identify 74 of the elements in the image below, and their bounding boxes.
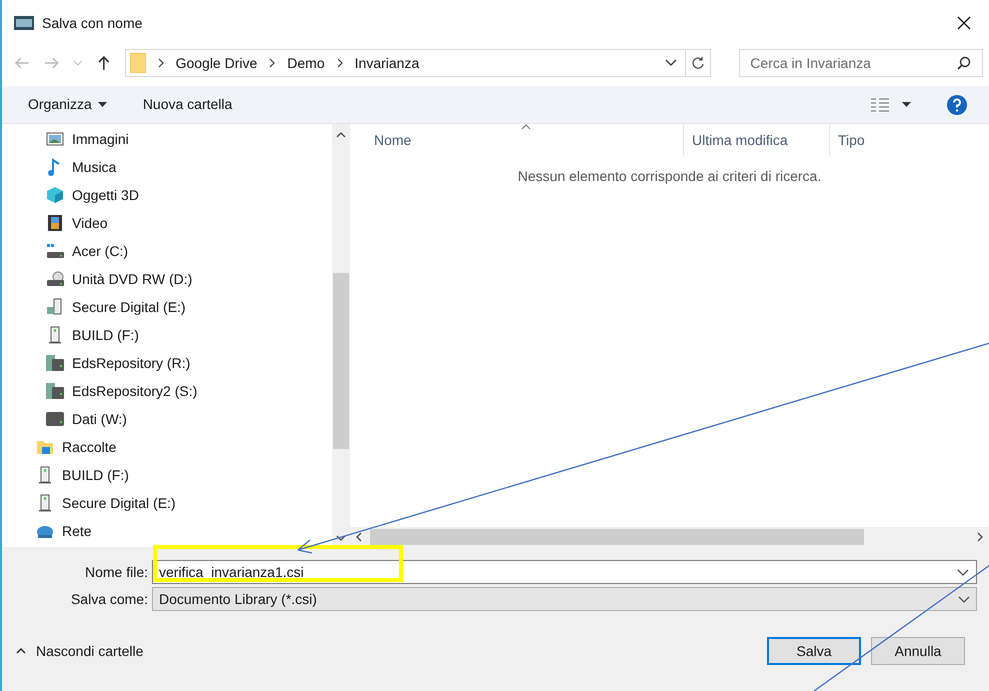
library-folder-icon: [36, 438, 54, 456]
film-icon: [46, 214, 64, 232]
nav-item-label[interactable]: Secure Digital (E:): [72, 296, 186, 318]
folder-icon: [130, 53, 146, 73]
nav-item-label[interactable]: Acer (C:): [72, 240, 128, 262]
nav-item-label[interactable]: BUILD (F:): [72, 324, 139, 346]
horizontal-scrollbar[interactable]: [350, 527, 989, 547]
chevron-right-icon[interactable]: [336, 58, 343, 68]
nav-item-label[interactable]: Oggetti 3D: [72, 184, 139, 206]
network-drive-icon: [46, 382, 64, 400]
search-icon: [957, 56, 972, 70]
nav-item-label[interactable]: Video: [72, 212, 108, 234]
chevron-up-icon[interactable]: [336, 132, 346, 138]
nav-item-label[interactable]: Dati (W:): [72, 408, 127, 430]
vertical-scrollbar[interactable]: [332, 124, 350, 547]
nav-item-label[interactable]: Raccolte: [62, 436, 116, 458]
view-list-icon[interactable]: [870, 98, 890, 112]
caret-icon[interactable]: [902, 102, 911, 107]
help-icon[interactable]: [947, 94, 967, 114]
nav-item-label[interactable]: Rete: [62, 520, 92, 542]
nav-item-label[interactable]: Musica: [72, 156, 116, 178]
window-app-icon: [14, 16, 34, 30]
chevron-right-icon[interactable]: [269, 58, 276, 68]
up-arrow-icon[interactable]: [96, 55, 111, 71]
refresh-icon: [691, 56, 706, 70]
drive-icon: [46, 242, 64, 260]
sort-caret-icon: [521, 124, 531, 130]
scrollbar-thumb[interactable]: [333, 273, 349, 449]
card-drive-icon: [46, 298, 64, 316]
column-header[interactable]: Ultima modifica: [683, 124, 829, 156]
save-button[interactable]: Salva: [767, 637, 861, 665]
address-bar[interactable]: Google Drive Demo Invarianza: [124, 49, 686, 77]
breadcrumb-item[interactable]: Google Drive: [176, 52, 258, 74]
chevron-left-icon[interactable]: [356, 532, 362, 542]
usb-drive-icon: [36, 494, 54, 512]
scrollbar-thumb[interactable]: [370, 529, 864, 545]
cube-icon: [46, 186, 64, 204]
chevron-up-icon: [16, 648, 26, 654]
refresh-button[interactable]: [686, 49, 712, 77]
search-field[interactable]: Cerca in Invarianza: [739, 49, 984, 77]
chevron-right-icon[interactable]: [158, 58, 164, 68]
column-header[interactable]: Tipo: [829, 124, 989, 156]
chevron-down-icon[interactable]: [336, 535, 346, 541]
usb-drive-icon: [46, 326, 64, 344]
cancel-button[interactable]: Annulla: [871, 637, 965, 665]
save-as-type-label: Salva come:: [70, 590, 149, 608]
caret-icon: [98, 102, 107, 107]
picture-icon: [46, 130, 64, 148]
nav-item-label[interactable]: EdsRepository (R:): [72, 352, 190, 374]
filename-field[interactable]: verifica_invarianza1.csi: [152, 560, 977, 584]
nav-item-label[interactable]: BUILD (F:): [62, 464, 129, 486]
filename-label: Nome file:: [84, 562, 149, 582]
nav-item-label[interactable]: Secure Digital (E:): [62, 492, 176, 514]
nav-item-label[interactable]: Unità DVD RW (D:): [72, 268, 192, 290]
breadcrumb-item[interactable]: Demo: [287, 52, 325, 74]
organize-menu[interactable]: Organizza: [20, 94, 115, 115]
hide-folders-toggle[interactable]: Nascondi cartelle: [12, 640, 144, 662]
drive-icon: [46, 410, 64, 428]
column-header[interactable]: Nome: [350, 124, 683, 156]
window-title: Salva con nome: [42, 14, 142, 32]
breadcrumb-item[interactable]: Invarianza: [354, 52, 420, 74]
disc-drive-icon: [46, 270, 64, 288]
chevron-down-icon: [958, 596, 970, 602]
usb-drive-icon: [36, 466, 54, 484]
nav-item-label[interactable]: EdsRepository2 (S:): [72, 380, 198, 402]
chevron-down-icon[interactable]: [664, 59, 677, 67]
close-icon[interactable]: [957, 16, 971, 30]
save-as-type-value: Documento Library (*.csi): [159, 590, 318, 609]
nav-item-label[interactable]: Immagini: [72, 128, 129, 150]
new-folder-button[interactable]: Nuova cartella: [134, 94, 240, 115]
save-as-type-dropdown[interactable]: Documento Library (*.csi): [152, 587, 977, 611]
chevron-right-icon[interactable]: [977, 532, 983, 542]
network-drive-icon: [46, 354, 64, 372]
empty-folder-message: Nessun elemento corrisponde ai criteri di ricerca.: [518, 167, 822, 184]
